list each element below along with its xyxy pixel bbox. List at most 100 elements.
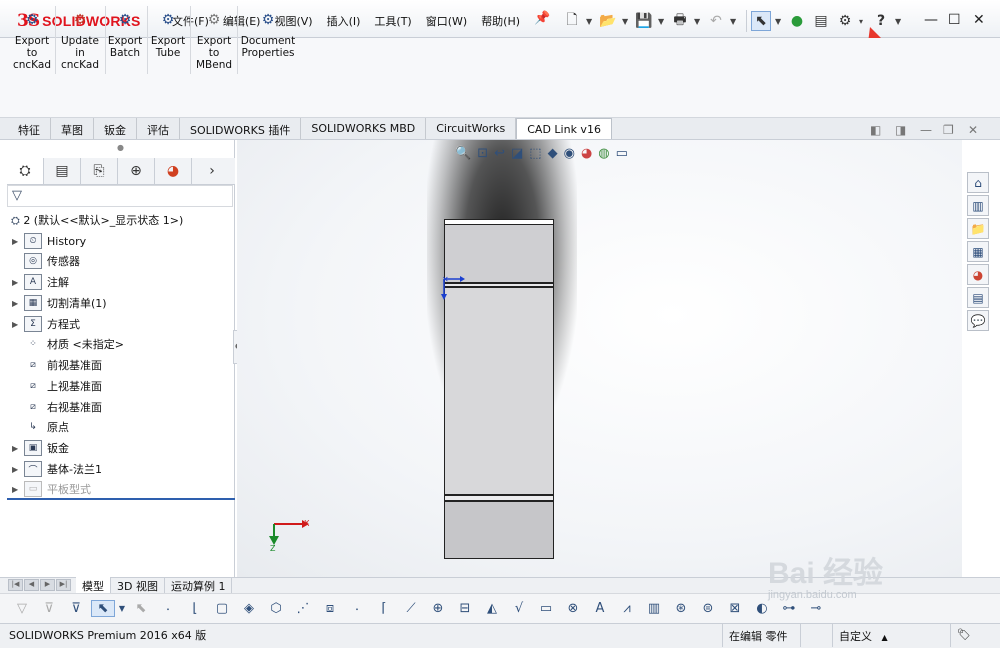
filter-planes-icon[interactable]: ⧈ <box>318 601 342 616</box>
pin-menu-icon[interactable]: 📌 <box>534 11 550 26</box>
filter-surface-finish-icon[interactable]: ◭ <box>480 601 504 616</box>
expand-arrow-icon[interactable]: ▶ <box>12 465 24 474</box>
tree-item-cut-list[interactable]: ▶ ▦ 切割清单(1) <box>12 294 107 312</box>
tree-item-material[interactable]: ⁘ 材质 <未指定> <box>12 335 124 353</box>
view-palette-icon[interactable]: ▦ <box>967 241 989 262</box>
doc-restore-icon[interactable]: ❐ <box>943 123 954 137</box>
menu-help[interactable]: 帮助(H) <box>481 13 520 31</box>
close-icon[interactable]: ✕ <box>973 12 985 28</box>
expand-arrow-icon[interactable]: ▶ <box>12 485 24 494</box>
select-other-icon[interactable]: ⬉ <box>129 601 153 616</box>
first-tab-icon[interactable]: |◀ <box>8 579 23 591</box>
view-settings-icon[interactable]: ▭ <box>616 146 628 161</box>
display-manager-tab-icon[interactable]: ◕ <box>155 158 192 184</box>
feature-tree-tab-icon[interactable]: ⛭ <box>7 158 44 184</box>
filter-toggle-icon[interactable]: ▽ <box>10 601 34 616</box>
tab-features[interactable]: 特征 <box>8 118 51 139</box>
tree-item-equations[interactable]: ▶ Σ 方程式 <box>12 315 80 333</box>
file-explorer-icon[interactable]: 📁 <box>967 218 989 239</box>
save-dropdown-icon[interactable]: ▼ <box>658 17 666 26</box>
tree-item-history[interactable]: ▶ ⏲ History <box>12 232 86 250</box>
section-view-icon[interactable]: ◪ <box>511 146 523 161</box>
tag-icon[interactable]: 🏷 <box>950 624 994 647</box>
tab-solidworks-addins[interactable]: SOLIDWORKS 插件 <box>180 118 302 139</box>
custom-properties-icon[interactable]: ▤ <box>967 287 989 308</box>
tab-circuitworks[interactable]: CircuitWorks <box>426 118 517 139</box>
expand-arrow-icon[interactable]: ▶ <box>12 444 24 453</box>
tree-item-flat-pattern[interactable]: ▶ ▭ 平板型式 <box>12 480 91 498</box>
traffic-light-icon[interactable]: ● <box>787 11 807 31</box>
menu-insert[interactable]: 插入(I) <box>327 13 361 31</box>
zoom-to-fit-icon[interactable]: 🔍 <box>455 146 471 161</box>
file-properties-icon[interactable]: ▤ <box>811 11 831 31</box>
panel-grip-icon[interactable]: ● <box>117 143 124 152</box>
filter-solid-icon[interactable]: ⬡ <box>264 601 288 616</box>
new-document-icon[interactable]: 🗋 <box>562 11 582 31</box>
new-dropdown-icon[interactable]: ▼ <box>586 17 594 26</box>
tab-3d-views[interactable]: 3D 视图 <box>111 577 165 593</box>
filter-centers-icon[interactable]: ⊕ <box>426 601 450 616</box>
tree-item-right-plane[interactable]: ⧄ 右视基准面 <box>12 398 102 416</box>
maximize-icon[interactable]: ☐ <box>948 12 961 28</box>
export-to-mbend-button[interactable]: ⚙ Export to MBend <box>194 13 234 71</box>
filter-midpoints-icon[interactable]: ⟋ <box>399 601 423 616</box>
select-cursor-icon[interactable]: ⬉ <box>91 600 115 617</box>
filter-vertices-icon[interactable]: ⸱ <box>156 600 180 618</box>
tree-item-front-plane[interactable]: ⧄ 前视基准面 <box>12 356 102 374</box>
update-in-cnckad-button[interactable]: ⚙ Update in cncKad <box>58 13 102 71</box>
gear-icon[interactable]: ⚙ <box>835 11 855 31</box>
rollback-bar[interactable] <box>7 498 235 500</box>
select-cursor-icon[interactable]: ⬉ <box>751 11 771 31</box>
filter-blocks-icon[interactable]: ⊠ <box>723 601 747 616</box>
filter-clear-icon[interactable]: ⊽ <box>37 601 61 616</box>
menu-window[interactable]: 窗口(W) <box>426 13 467 31</box>
tile-left-icon[interactable]: ◧ <box>870 123 881 137</box>
filter-hatch-icon[interactable]: ▥ <box>642 601 666 616</box>
filter-weld-icon[interactable]: √ <box>507 601 531 616</box>
tree-item-origin[interactable]: ↳ 原点 <box>12 418 69 436</box>
filter-notes-icon[interactable]: ▭ <box>534 601 558 616</box>
tab-cad-link[interactable]: CAD Link v16 <box>516 118 612 139</box>
view-orientation-icon[interactable]: ⬚ <box>529 146 541 161</box>
export-tube-button[interactable]: ⚙ Export Tube <box>150 13 186 59</box>
undo-dropdown-icon[interactable]: ▼ <box>730 17 738 26</box>
open-document-icon[interactable]: 📂 <box>598 11 618 31</box>
appearances-icon[interactable]: ◕ <box>967 264 989 285</box>
tab-evaluate[interactable]: 评估 <box>137 118 180 139</box>
filter-sketch-segments-icon[interactable]: ⌈ <box>372 601 396 616</box>
next-tab-icon[interactable]: ▶ <box>40 579 55 591</box>
last-tab-icon[interactable]: ▶| <box>56 579 71 591</box>
filter-sketch-points-icon[interactable]: ⸱ <box>345 600 369 618</box>
expand-arrow-icon[interactable]: ▶ <box>12 278 24 287</box>
minimize-icon[interactable]: — <box>924 12 938 28</box>
property-manager-tab-icon[interactable]: ▤ <box>44 158 81 184</box>
graphics-area[interactable] <box>237 140 962 577</box>
expand-arrow-icon[interactable]: ▶ <box>12 320 24 329</box>
edit-appearance-icon[interactable]: ◕ <box>581 146 592 161</box>
hide-show-items-icon[interactable]: ◉ <box>564 146 575 161</box>
tab-model[interactable]: 模型 <box>76 577 111 593</box>
prev-tab-icon[interactable]: ◀ <box>24 579 39 591</box>
tree-filter[interactable]: ▽ <box>7 185 233 207</box>
filter-faces-icon[interactable]: ▢ <box>210 601 234 616</box>
filter-cosmetic-thread-icon[interactable]: ⊜ <box>696 601 720 616</box>
select-dropdown-icon[interactable]: ▼ <box>775 17 783 26</box>
tab-sketch[interactable]: 草图 <box>51 118 94 139</box>
tree-root[interactable]: ⛭ 2 (默认<<默认>_显示状态 1>) <box>11 212 183 228</box>
tree-item-sheet-metal[interactable]: ▶ ▣ 钣金 <box>12 439 69 457</box>
print-dropdown-icon[interactable]: ▼ <box>694 17 702 26</box>
display-style-icon[interactable]: ◆ <box>548 146 558 161</box>
filter-dimensions-icon[interactable]: ⊟ <box>453 601 477 616</box>
filter-axes-icon[interactable]: ⋰ <box>291 601 315 616</box>
unit-system-selector[interactable]: 自定义 ▲ <box>832 624 944 647</box>
print-icon[interactable]: 🖶 <box>670 11 690 31</box>
tile-right-icon[interactable]: ◨ <box>895 123 906 137</box>
doc-minimize-icon[interactable]: — <box>920 123 932 137</box>
undo-icon[interactable]: ↶ <box>706 11 726 31</box>
export-to-cnckad-button[interactable]: ⚙ Export to cncKad <box>12 13 52 71</box>
more-tabs-chevron-icon[interactable]: › <box>192 158 232 184</box>
filter-gtol-icon[interactable]: ⩘ <box>615 601 639 616</box>
expand-arrow-icon[interactable]: ▶ <box>12 237 24 246</box>
save-icon[interactable]: 💾 <box>634 11 654 31</box>
export-batch-button[interactable]: ⚙ Export Batch <box>106 13 144 59</box>
